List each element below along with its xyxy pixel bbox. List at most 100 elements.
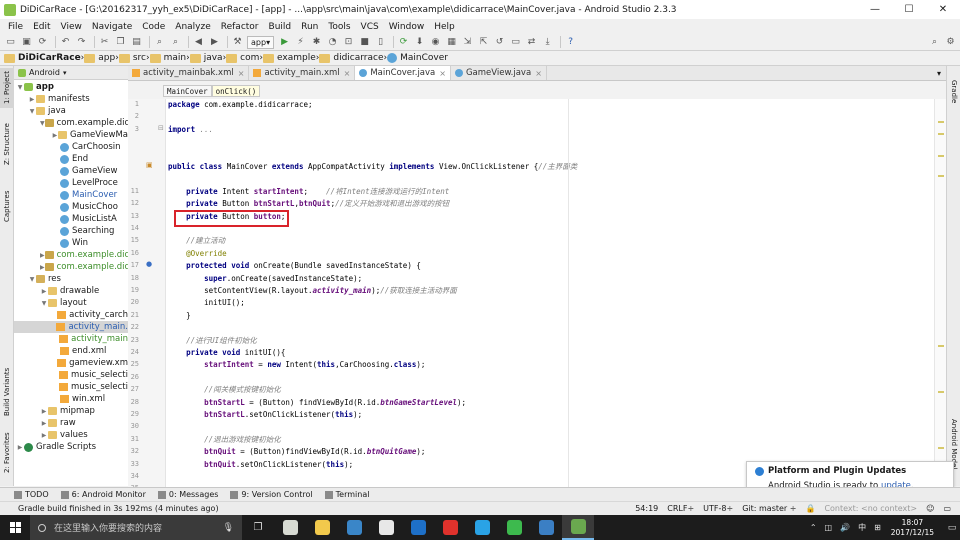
tool-window-0-messages[interactable]: 0: Messages: [157, 490, 218, 499]
taskbar-app-wechat[interactable]: [498, 515, 530, 540]
chevron-right-icon[interactable]: ▶: [40, 408, 48, 415]
sync-icon[interactable]: ⟳: [36, 36, 49, 49]
warning-mark[interactable]: [938, 155, 944, 157]
start-button[interactable]: [0, 515, 30, 540]
tree-item[interactable]: MusicChoo: [14, 201, 128, 213]
run-icon[interactable]: ▶: [278, 36, 291, 49]
undo-icon[interactable]: ↶: [59, 36, 72, 49]
chevron-down-icon[interactable]: ▼: [40, 300, 48, 307]
make-project-icon[interactable]: ⚒: [231, 36, 244, 49]
minimize-button[interactable]: —: [858, 0, 892, 19]
device-file-explorer-icon[interactable]: ⇄: [525, 36, 538, 49]
tree-item[interactable]: ▶ manifests: [14, 93, 128, 105]
tool-window-9-version-control[interactable]: 9: Version Control: [230, 490, 313, 499]
breadcrumb-item[interactable]: didicarrace: [319, 53, 384, 63]
taskbar-app-feedback[interactable]: [530, 515, 562, 540]
warning-mark[interactable]: [938, 121, 944, 123]
breadcrumb-item[interactable]: main: [149, 53, 186, 63]
gradle-tool-tab[interactable]: Gradle: [947, 76, 960, 108]
taskbar-app-wps[interactable]: [434, 515, 466, 540]
close-tab-icon[interactable]: ×: [535, 69, 542, 78]
tree-item[interactable]: ▼ java: [14, 105, 128, 117]
maximize-button[interactable]: ☐: [892, 0, 926, 19]
ime-mode-icon[interactable]: ⊞: [874, 523, 881, 532]
android-device-monitor-icon[interactable]: ◉: [429, 36, 442, 49]
structure-tool-tab[interactable]: Z: Structure: [0, 120, 14, 168]
override-marker-icon[interactable]: ●: [146, 260, 152, 268]
tree-item[interactable]: MainCover: [14, 189, 128, 201]
chevron-right-icon[interactable]: ▶: [40, 288, 48, 295]
tree-item[interactable]: win.xml: [14, 393, 128, 405]
tree-item[interactable]: Win: [14, 237, 128, 249]
tool-window-todo[interactable]: TODO: [14, 490, 49, 499]
caret-position[interactable]: 54:19: [635, 504, 658, 513]
taskbar-app-sogou[interactable]: [370, 515, 402, 540]
menu-code[interactable]: Code: [137, 22, 170, 32]
replace-icon[interactable]: ⌕: [169, 36, 182, 49]
code-line[interactable]: btnStartL = (Button) findViewById(R.id.b…: [168, 397, 466, 409]
implement-marker-icon[interactable]: ▣: [146, 161, 153, 169]
breadcrumb-item[interactable]: src: [118, 53, 146, 63]
tree-item[interactable]: MusicListA: [14, 213, 128, 225]
taskbar-app-store[interactable]: [338, 515, 370, 540]
avd-manager-icon[interactable]: ▯: [374, 36, 387, 49]
debug-icon[interactable]: ✱: [310, 36, 323, 49]
tree-item[interactable]: gameview.xm: [14, 357, 128, 369]
close-tab-icon[interactable]: ×: [344, 69, 351, 78]
tree-item[interactable]: ▶ com.example.dic: [14, 249, 128, 261]
error-stripe[interactable]: [934, 99, 946, 487]
breadcrumb-item[interactable]: example: [263, 53, 316, 63]
tree-item[interactable]: activity_carch: [14, 309, 128, 321]
paste-icon[interactable]: ▤: [130, 36, 143, 49]
chevron-down-icon[interactable]: ▼: [16, 84, 24, 91]
tool-window-terminal[interactable]: Terminal: [324, 490, 369, 499]
taskbar-app-chrome[interactable]: [274, 515, 306, 540]
back-icon[interactable]: ◀: [192, 36, 205, 49]
code-line[interactable]: startIntent = new Intent(this,CarChoosin…: [168, 359, 425, 371]
settings-icon[interactable]: ⚙: [944, 36, 957, 49]
code-line[interactable]: btnStartL.setOnClickListener(this);: [168, 409, 362, 421]
chevron-right-icon[interactable]: ▶: [28, 96, 36, 103]
tree-item[interactable]: Searching: [14, 225, 128, 237]
code-line[interactable]: btnQuit.setOnClickListener(this);: [168, 459, 353, 471]
project-structure-icon[interactable]: ▦: [445, 36, 458, 49]
network-icon[interactable]: ◫: [825, 523, 833, 532]
code-line[interactable]: private Intent startIntent; //将Intent连接游…: [168, 186, 449, 198]
help-icon[interactable]: ?: [564, 36, 577, 49]
redo-icon[interactable]: ↷: [75, 36, 88, 49]
tree-item[interactable]: GameView: [14, 165, 128, 177]
tree-item[interactable]: activity_main: [14, 333, 128, 345]
lock-icon[interactable]: 🔒: [805, 504, 815, 513]
code-line[interactable]: //退出游戏按键初始化: [168, 434, 281, 446]
tree-item[interactable]: music_selecti: [14, 369, 128, 381]
context-selector[interactable]: Context: <no context>: [824, 504, 917, 513]
search-everywhere-icon[interactable]: ⌕: [928, 36, 941, 49]
apply-changes-icon[interactable]: ⚡: [294, 36, 307, 49]
attach-debugger-icon[interactable]: ⊡: [342, 36, 355, 49]
close-tab-icon[interactable]: ×: [238, 69, 245, 78]
code-line[interactable]: setContentView(R.layout.activity_main);/…: [168, 285, 457, 297]
run-config-select[interactable]: app ▾: [247, 35, 275, 49]
vcs-revert-icon[interactable]: ↺: [493, 36, 506, 49]
chevron-down-icon[interactable]: ▼: [28, 108, 36, 115]
tree-item[interactable]: ▶ drawable: [14, 285, 128, 297]
tree-item[interactable]: CarChoosin: [14, 141, 128, 153]
copy-icon[interactable]: ❐: [114, 36, 127, 49]
project-view-mode[interactable]: Android: [29, 68, 60, 77]
git-branch[interactable]: Git: master ÷: [742, 504, 796, 513]
code-line[interactable]: private void initUI(){: [168, 347, 285, 359]
taskbar-app-media[interactable]: [402, 515, 434, 540]
fold-icon[interactable]: ⊟: [158, 124, 164, 132]
sdk-manager-icon[interactable]: ⬇: [413, 36, 426, 49]
tab-list-icon[interactable]: ▾: [932, 66, 946, 80]
tool-window-6-android-monitor[interactable]: 6: Android Monitor: [60, 490, 146, 499]
menu-build[interactable]: Build: [264, 22, 297, 32]
download-icon[interactable]: ⤓: [541, 36, 554, 49]
menu-navigate[interactable]: Navigate: [87, 22, 137, 32]
menu-window[interactable]: Window: [384, 22, 430, 32]
action-center-icon[interactable]: ▭: [944, 523, 960, 533]
chevron-right-icon[interactable]: ▶: [40, 264, 45, 271]
breadcrumb-item[interactable]: com: [226, 53, 259, 63]
close-button[interactable]: ✕: [926, 0, 960, 19]
tree-item[interactable]: ▼ com.example.dic: [14, 117, 128, 129]
